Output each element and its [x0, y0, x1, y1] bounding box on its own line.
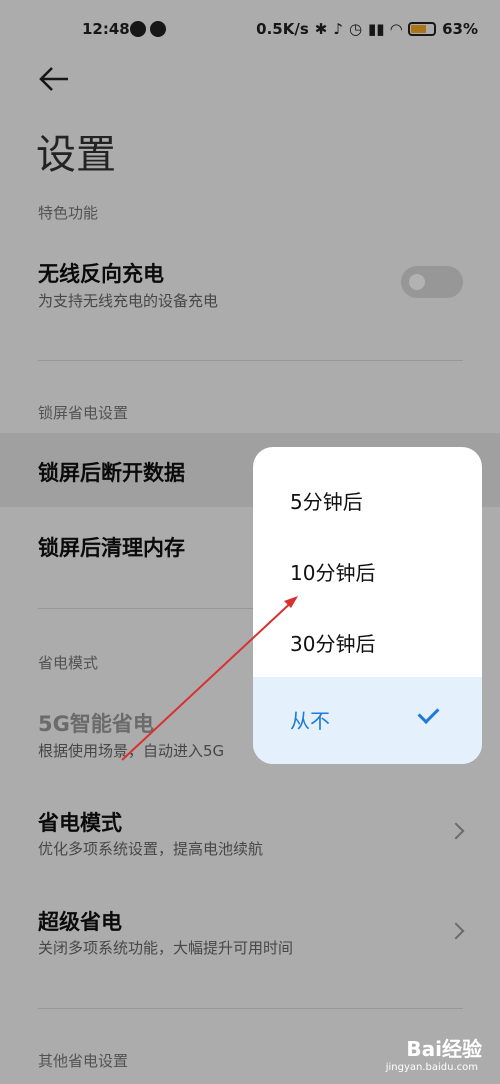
option-10-minutes[interactable]: 10分钟后 [253, 535, 482, 606]
option-30-minutes[interactable]: 30分钟后 [253, 606, 482, 677]
timeout-options-menu: 5分钟后 10分钟后 30分钟后 从不 [253, 447, 482, 764]
watermark-url: jingyan.baidu.com [385, 1062, 478, 1073]
checkmark-icon [417, 702, 440, 724]
option-never[interactable]: 从不 [253, 677, 482, 764]
option-5-minutes[interactable]: 5分钟后 [253, 464, 482, 535]
watermark-logo: Bai经验 [406, 1037, 482, 1061]
